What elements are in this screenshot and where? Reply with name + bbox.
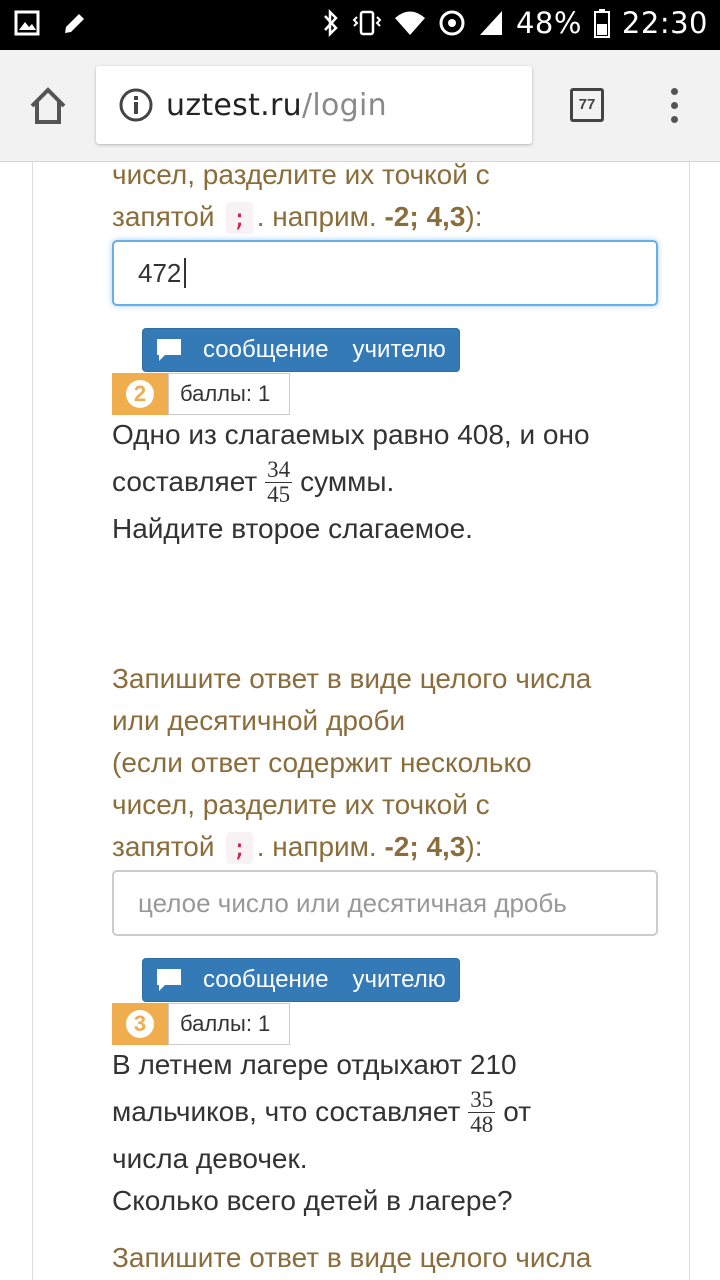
fraction-denominator: 48 [470, 1111, 494, 1137]
question-text: составляет [112, 466, 258, 497]
edit-icon [65, 14, 84, 33]
fraction: 34 45 [265, 456, 293, 507]
instruction-line: или десятичной дроби [112, 705, 406, 736]
instruction-text: запятой [112, 201, 215, 232]
instruction-text: . наприм. [256, 831, 377, 862]
question-number-badge: 2 [112, 373, 168, 415]
url-text: uztest.ru/login [166, 88, 387, 123]
tab-switcher-button[interactable]: 77 [570, 88, 604, 122]
home-icon[interactable] [26, 84, 70, 128]
question-line: мальчиков, что составляет 35 48 от [112, 1086, 531, 1138]
question-text: суммы. [300, 466, 395, 497]
task3-question: В летнем лагере отдыхают 210 мальчиков, … [112, 1044, 531, 1222]
question-number: 3 [126, 1010, 154, 1038]
info-icon[interactable] [118, 87, 154, 123]
text-caret [184, 258, 186, 288]
message-teacher-button[interactable]: сообщение учителю [142, 328, 460, 372]
question-line: В летнем лагере отдыхают 210 [112, 1049, 517, 1080]
instruction-line: чисел, разделите их точкой с [112, 162, 490, 190]
data-sync-icon [439, 10, 465, 36]
battery-percent: 48% [515, 6, 582, 40]
browser-toolbar: uztest.ru/login 77 [0, 50, 720, 162]
question-text: мальчиков, что составляет [112, 1096, 461, 1127]
page-content: чисел, разделите их точкой с запятой ;. … [0, 162, 720, 1280]
address-bar[interactable]: uztest.ru/login [96, 66, 532, 144]
example-text: -2; 4,3 [384, 831, 466, 862]
signal-icon [479, 11, 502, 35]
instruction-text: ): [465, 831, 483, 862]
question-line: Найдите второе слагаемое. [112, 513, 473, 544]
question-text: от [503, 1096, 532, 1127]
url-host: uztest.ru [166, 87, 302, 123]
instruction-line: запятой ;. наприм. -2; 4,3): [112, 826, 591, 868]
comment-icon [157, 339, 181, 361]
clock: 22:30 [621, 6, 708, 40]
battery-icon [593, 9, 610, 38]
question-line: Сколько всего детей в лагере? [112, 1185, 513, 1216]
wifi-icon [394, 11, 425, 35]
instruction-line: Запишите ответ в виде целого числа [112, 663, 592, 694]
question-number-badge: 3 [112, 1003, 168, 1045]
instruction-line: чисел, разделите их точкой с [112, 789, 490, 820]
task2-answer-input[interactable] [112, 870, 658, 936]
separator-code: ; [226, 832, 253, 864]
fraction-denominator: 45 [267, 481, 291, 507]
button-label: сообщение [203, 336, 329, 363]
instruction-text: запятой [112, 831, 215, 862]
question-number: 2 [126, 380, 154, 408]
task3-instruction: Запишите ответ в виде целого числа [112, 1237, 591, 1279]
instruction-text: ): [465, 201, 483, 232]
fraction: 35 48 [468, 1086, 496, 1137]
overflow-menu-icon[interactable] [664, 84, 684, 128]
button-label: сообщение [203, 966, 329, 993]
instruction-line: запятой ;. наприм. -2; 4,3): [112, 196, 490, 238]
separator-code: ; [226, 202, 253, 234]
vibrate-icon [352, 10, 382, 36]
question-line: числа девочек. [112, 1143, 308, 1174]
instruction-line: Запишите ответ в виде целого числа [112, 1242, 592, 1273]
button-label: учителю [352, 966, 446, 993]
question-line: Одно из слагаемых равно 408, и оно [112, 419, 590, 450]
example-text: -2; 4,3 [384, 201, 466, 232]
button-label: учителю [352, 336, 446, 363]
fraction-numerator: 35 [468, 1086, 496, 1113]
points-label: баллы: 1 [168, 1003, 290, 1045]
task1-answer-input[interactable] [112, 240, 658, 306]
instruction-text: . наприм. [256, 201, 377, 232]
bluetooth-icon [324, 8, 338, 38]
image-icon [14, 10, 40, 36]
url-path: /login [301, 87, 387, 123]
points-label: баллы: 1 [168, 373, 290, 415]
task2-question: Одно из слагаемых равно 408, и оно соста… [112, 414, 590, 550]
question-line: составляет 34 45 суммы. [112, 456, 590, 508]
task2-instruction: Запишите ответ в виде целого числа или д… [112, 658, 591, 868]
instruction-line: (если ответ содержит несколько [112, 747, 532, 778]
fraction-numerator: 34 [265, 456, 293, 483]
message-teacher-button[interactable]: сообщение учителю [142, 958, 460, 1002]
status-bar: 48% 22:30 [0, 0, 720, 50]
task1-instruction: чисел, разделите их точкой с запятой ;. … [112, 162, 490, 238]
comment-icon [157, 969, 181, 991]
